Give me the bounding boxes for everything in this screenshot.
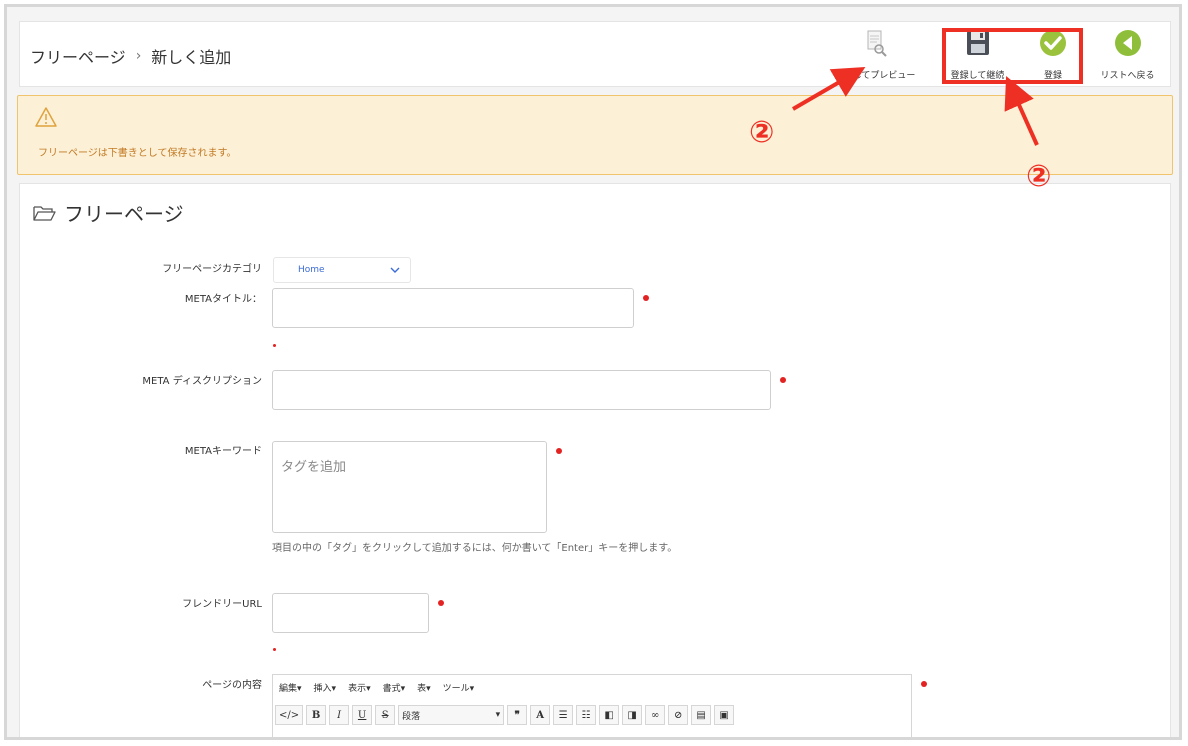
friendly-url-error-marker	[273, 648, 276, 651]
page-content-required-marker	[921, 681, 927, 687]
editor-menu-tools[interactable]: ツール▾	[443, 681, 475, 694]
editor-menu-format[interactable]: 書式▾	[383, 681, 406, 694]
image-icon[interactable]: ▣	[714, 705, 735, 725]
back-arrow-icon	[1114, 30, 1141, 56]
meta-keyword-required-marker	[556, 448, 562, 454]
category-label: フリーページカテゴリ	[162, 264, 262, 275]
editor-toolbar: </> B I U S 段落 ▾ ❞ A ☰ ☷ ◧ ◨ ∞ ⊘ ▤ ▣	[275, 703, 735, 727]
back-to-list-button[interactable]: リストへ戻る	[1090, 28, 1165, 81]
media-icon[interactable]: ▤	[691, 705, 712, 725]
warning-icon	[35, 107, 57, 127]
alert-message: フリーページは下書きとして保存されます。	[38, 148, 237, 159]
editor-menu-insert[interactable]: 挿入▾	[314, 681, 337, 694]
meta-description-input[interactable]	[272, 370, 771, 410]
category-selected-value: Home	[298, 265, 325, 275]
editor-menu-view[interactable]: 表示▾	[348, 681, 371, 694]
document-preview-icon	[867, 30, 887, 57]
meta-title-error-marker	[273, 344, 276, 347]
meta-title-required-marker	[643, 295, 649, 301]
free-page-form-panel: フリーページ フリーページカテゴリ Home METAタイトル： META ディ…	[19, 183, 1171, 737]
chevron-down-icon: ▾	[495, 710, 501, 720]
meta-keyword-help-text: 項目の中の「タグ」をクリックして追加するには、何か書いて「Enter」キーを押し…	[272, 543, 678, 554]
block-format-value: 段落	[402, 711, 421, 722]
meta-keyword-label: METAキーワード	[184, 446, 262, 457]
category-select[interactable]: Home	[273, 257, 411, 283]
editor-menubar: 編集▾ 挿入▾ 表示▾ 書式▾ 表▾ ツール▾	[273, 675, 474, 699]
strikethrough-icon[interactable]: S	[375, 705, 396, 725]
meta-description-label: META ディスクリプション	[142, 376, 262, 387]
meta-description-required-marker	[780, 377, 786, 383]
meta-title-label: METAタイトル：	[184, 294, 262, 305]
unlink-icon[interactable]: ⊘	[668, 705, 689, 725]
tag-input-placeholder: タグを追加	[281, 460, 347, 475]
screenshot-frame: フリーページ › 新しく追加 登録してプレビュー 登録して継続 登録 リストへ戻…	[4, 4, 1182, 740]
italic-icon[interactable]: I	[329, 705, 350, 725]
breadcrumb-item-free-page[interactable]: フリーページ	[30, 44, 126, 68]
save-and-preview-button[interactable]: 登録してプレビュー	[820, 28, 930, 81]
friendly-url-input[interactable]	[272, 593, 429, 633]
blockquote-icon[interactable]: ❞	[507, 705, 528, 725]
link-icon[interactable]: ∞	[645, 705, 666, 725]
annotation-highlight-box	[942, 28, 1083, 84]
save-and-preview-label: 登録してプレビュー	[834, 71, 916, 81]
rich-text-editor[interactable]: 編集▾ 挿入▾ 表示▾ 書式▾ 表▾ ツール▾ </> B I U S 段落 ▾…	[272, 674, 912, 737]
page-content-label: ページの内容	[202, 680, 262, 691]
numbered-list-icon[interactable]: ☷	[576, 705, 597, 725]
draft-warning-alert: フリーページは下書きとして保存されます。	[17, 95, 1173, 175]
outdent-icon[interactable]: ◧	[599, 705, 620, 725]
panel-title: フリーページ	[32, 198, 184, 227]
editor-menu-edit[interactable]: 編集▾	[279, 681, 302, 694]
panel-title-text: フリーページ	[64, 202, 184, 226]
editor-menu-table[interactable]: 表▾	[417, 681, 431, 694]
page-header: フリーページ › 新しく追加 登録してプレビュー 登録して継続 登録 リストへ戻…	[19, 21, 1171, 87]
underline-icon[interactable]: U	[352, 705, 373, 725]
friendly-url-label: フレンドリーURL	[182, 599, 262, 610]
breadcrumb-item-add-new: 新しく追加	[151, 48, 232, 67]
annotation-number-save: ②	[1026, 159, 1052, 194]
annotation-number-preview: ②	[749, 115, 775, 150]
source-code-icon[interactable]: </>	[275, 705, 304, 725]
breadcrumb: フリーページ › 新しく追加	[30, 44, 231, 68]
bullet-list-icon[interactable]: ☰	[553, 705, 574, 725]
text-color-icon[interactable]: A	[530, 705, 551, 725]
friendly-url-required-marker	[438, 600, 444, 606]
breadcrumb-separator: ›	[135, 48, 142, 64]
meta-title-input[interactable]	[272, 288, 634, 328]
bold-icon[interactable]: B	[306, 705, 327, 725]
block-format-select[interactable]: 段落 ▾	[398, 705, 505, 725]
indent-icon[interactable]: ◨	[622, 705, 643, 725]
chevron-down-icon	[390, 267, 400, 273]
folder-open-icon	[33, 205, 56, 221]
meta-keyword-tag-input[interactable]: タグを追加	[272, 441, 547, 533]
back-to-list-label: リストへ戻る	[1100, 71, 1155, 81]
